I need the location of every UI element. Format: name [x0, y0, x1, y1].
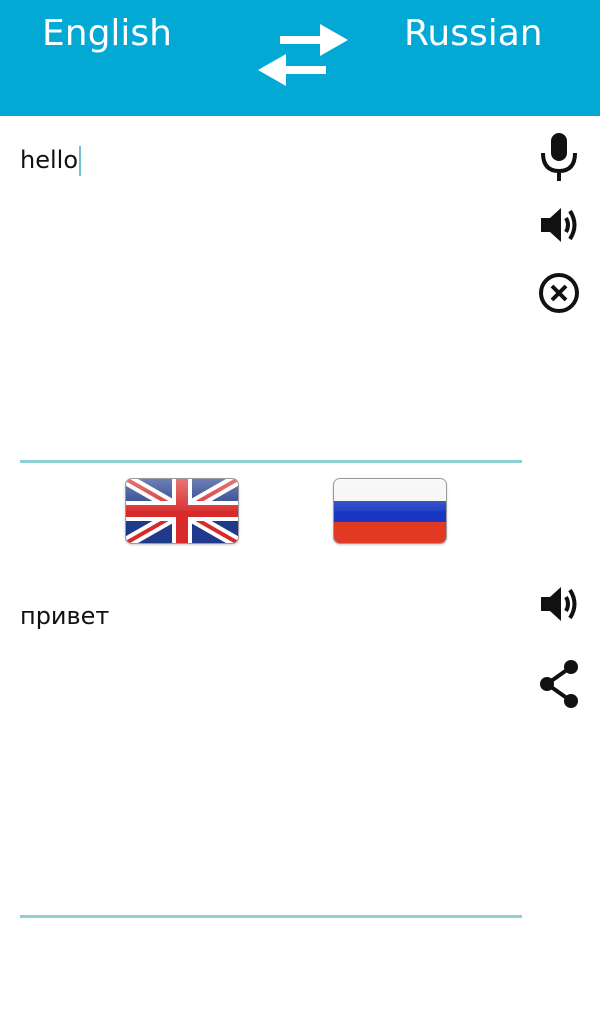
- flag-gloss: [126, 479, 238, 511]
- source-language-button[interactable]: English: [42, 12, 172, 56]
- source-text-content: hello: [20, 146, 78, 174]
- clear-text-button[interactable]: [530, 264, 588, 322]
- speaker-icon: [541, 587, 577, 621]
- clear-icon: [539, 273, 579, 313]
- translation-output: привет: [20, 590, 520, 900]
- source-text-value[interactable]: hello: [20, 144, 81, 176]
- target-language-flag[interactable]: [334, 479, 446, 543]
- target-language-button[interactable]: Russian: [404, 12, 543, 56]
- speaker-icon: [541, 208, 577, 242]
- swap-arrows-icon: [258, 24, 348, 86]
- swap-languages-button[interactable]: [252, 18, 352, 98]
- translation-text: привет: [20, 602, 110, 630]
- app-header: English Russian: [0, 0, 600, 116]
- output-divider: [20, 915, 522, 918]
- share-translation-button[interactable]: [530, 655, 588, 713]
- microphone-button[interactable]: [530, 128, 588, 186]
- speak-source-button[interactable]: [530, 196, 588, 254]
- flag-gloss: [334, 479, 446, 511]
- microphone-icon: [541, 133, 577, 181]
- input-divider: [20, 460, 522, 463]
- share-icon: [540, 660, 578, 708]
- source-text-input[interactable]: hello: [20, 130, 520, 450]
- speak-translation-button[interactable]: [530, 575, 588, 633]
- text-caret: [79, 146, 81, 176]
- source-language-flag[interactable]: [126, 479, 238, 543]
